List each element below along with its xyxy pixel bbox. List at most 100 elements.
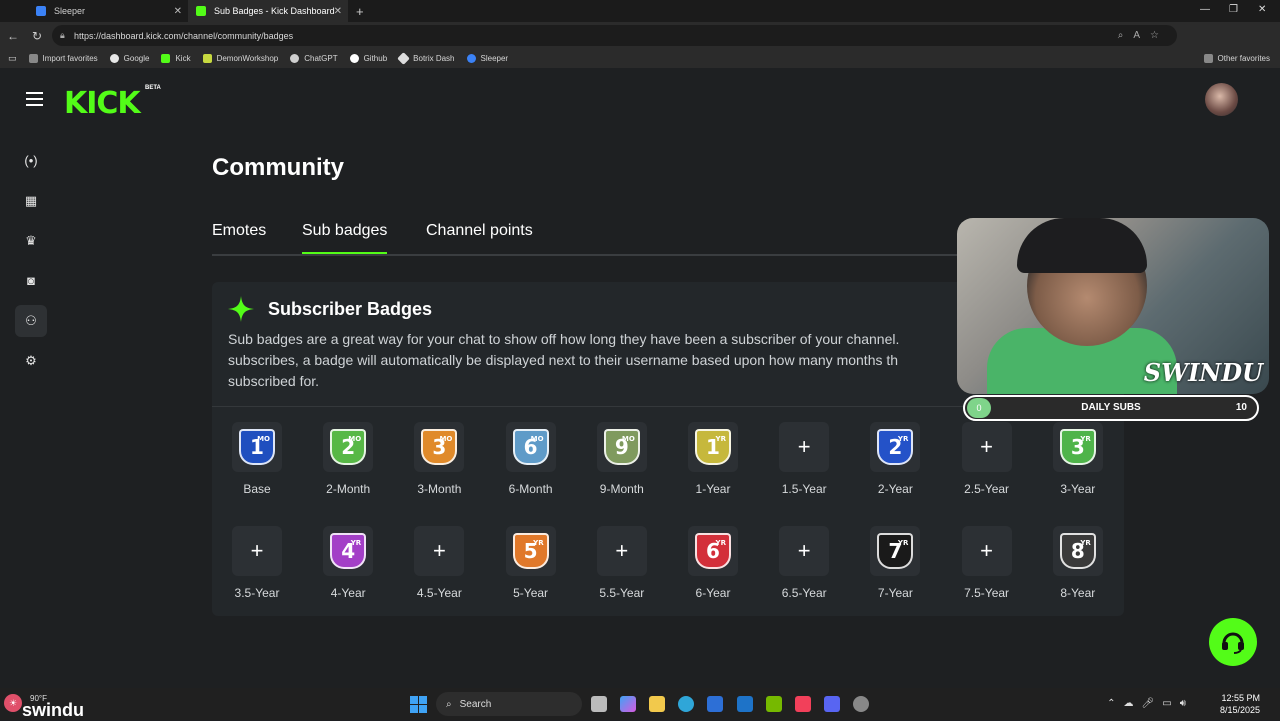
tab-sub-badges[interactable]: Sub Badges - Kick Dashboard ✕	[188, 0, 348, 22]
badge-item[interactable]: 1 MO Base	[215, 422, 299, 496]
badge-image[interactable]: 4 YR	[323, 526, 374, 576]
badge-image[interactable]: 1 YR	[688, 422, 738, 472]
url-field[interactable]: 🔒︎ https://dashboard.kick.com/channel/co…	[52, 25, 1177, 46]
badge-label: 3.5-Year	[234, 586, 280, 600]
badge-item[interactable]: +1.5-Year	[762, 422, 846, 496]
badge-item[interactable]: 9 MO 9-Month	[580, 422, 664, 496]
file-explorer-icon[interactable]	[649, 696, 665, 712]
badge-item[interactable]: +2.5-Year	[945, 422, 1029, 496]
nvidia-icon[interactable]	[766, 696, 782, 712]
bookmark-item[interactable]: Sleeper	[466, 54, 508, 63]
avatar[interactable]	[1205, 83, 1238, 116]
taskbar-search[interactable]: ⌕ Search	[436, 692, 582, 716]
add-badge-button[interactable]: +	[414, 526, 465, 576]
badge-image[interactable]: 7 YR	[870, 526, 921, 576]
tab-emotes[interactable]: Emotes	[212, 222, 266, 240]
edge-icon[interactable]	[678, 696, 694, 712]
badge-item[interactable]: 7 YR 7-Year	[853, 526, 937, 600]
plus-icon: +	[797, 538, 811, 563]
badge-item[interactable]: +4.5-Year	[397, 526, 481, 600]
badge-item[interactable]: +3.5-Year	[215, 526, 299, 600]
live-icon[interactable]: (•)	[20, 150, 42, 172]
badge-image[interactable]: 3 YR	[1052, 422, 1103, 472]
music-icon[interactable]	[795, 696, 811, 712]
add-badge-button[interactable]: +	[779, 422, 830, 472]
restore-icon[interactable]: ❐	[1229, 4, 1238, 15]
badge-item[interactable]: 3 YR 3-Year	[1036, 422, 1120, 496]
moderation-icon[interactable]: ◙	[20, 270, 42, 292]
plus-icon: +	[250, 538, 264, 563]
discord-icon[interactable]	[824, 696, 840, 712]
analytics-icon[interactable]: ▦	[20, 190, 42, 212]
tab-sub-badges[interactable]: Sub badges	[302, 222, 388, 254]
new-tab-icon[interactable]: +	[356, 4, 364, 19]
badge-image[interactable]: 3 MO	[414, 422, 465, 472]
add-badge-button[interactable]: +	[232, 526, 282, 576]
badge-item[interactable]: 8 YR 8-Year	[1036, 526, 1120, 600]
bookmark-item[interactable]: ChatGPT	[290, 54, 338, 63]
windows-start-icon[interactable]	[410, 696, 427, 713]
bookmark-item[interactable]: Kick	[161, 54, 191, 63]
badge-item[interactable]: +7.5-Year	[945, 526, 1029, 600]
webcam-cap	[1017, 218, 1147, 273]
close-window-icon[interactable]: ✕	[1258, 4, 1266, 15]
refresh-icon[interactable]: ↻	[26, 29, 48, 43]
badge-item[interactable]: 3 MO 3-Month	[397, 422, 481, 496]
badge-item[interactable]: +6.5-Year	[762, 526, 846, 600]
system-tray[interactable]: ⌃☁🎤︎▭🔊︎	[1107, 698, 1194, 709]
tab-label: Sleeper	[54, 6, 86, 16]
bookmark-item[interactable]: Github	[349, 54, 387, 63]
url-actions[interactable]: ⌕A☆	[1118, 30, 1169, 41]
chatgpt-icon	[290, 54, 300, 63]
close-tab-icon[interactable]: ✕	[334, 6, 342, 17]
badge-item[interactable]: 6 MO 6-Month	[489, 422, 573, 496]
add-badge-button[interactable]: +	[596, 526, 647, 576]
bookmark-item[interactable]: Google	[109, 54, 149, 63]
badge-image[interactable]: 5 YR	[505, 526, 556, 576]
badge-image[interactable]: 6 MO	[505, 422, 556, 472]
badge-item[interactable]: 2 MO 2-Month	[306, 422, 390, 496]
badge-item[interactable]: 4 YR 4-Year	[306, 526, 390, 600]
trophy-icon[interactable]: ♛	[20, 230, 42, 252]
badge-item[interactable]: +5.5-Year	[580, 526, 664, 600]
badge-label: 1-Year	[695, 482, 731, 496]
add-badge-button[interactable]: +	[961, 526, 1012, 576]
plus-icon: +	[797, 434, 811, 459]
back-icon[interactable]: ←	[2, 29, 24, 43]
other-favorites[interactable]: Other favorites	[1203, 54, 1270, 63]
menu-icon[interactable]	[26, 92, 43, 106]
badge-image[interactable]: 9 MO	[596, 422, 647, 472]
bookmark-item[interactable]: Botrix Dash	[397, 52, 455, 65]
gear-icon[interactable]: ⚙	[20, 350, 42, 372]
community-icon[interactable]: ⚇	[15, 305, 47, 337]
tab-sleeper[interactable]: Sleeper ✕	[28, 0, 188, 22]
badge-unit: YR	[350, 539, 362, 547]
add-badge-button[interactable]: +	[779, 526, 830, 576]
badge-item[interactable]: 6 YR 6-Year	[671, 526, 755, 600]
badge-item[interactable]: 5 YR 5-Year	[489, 526, 573, 600]
badge-image[interactable]: 2 YR	[870, 422, 921, 472]
clock[interactable]: 12:55 PM 8/15/2025	[1220, 692, 1260, 716]
badge-image[interactable]: 2 MO	[323, 422, 374, 472]
bookmark-item[interactable]: DemonWorkshop	[202, 54, 278, 63]
copilot-icon[interactable]	[620, 696, 636, 712]
badge-image[interactable]: 1 MO	[232, 422, 282, 472]
kick-logo[interactable]: KICK	[64, 86, 141, 121]
description-line: subscribes, a badge will automatically b…	[228, 352, 899, 368]
close-tab-icon[interactable]: ✕	[174, 6, 182, 17]
add-badge-button[interactable]: +	[961, 422, 1012, 472]
store-icon[interactable]	[707, 696, 723, 712]
badge-item[interactable]: 1 YR 1-Year	[671, 422, 755, 496]
tab-channel-points[interactable]: Channel points	[426, 222, 533, 240]
minimize-icon[interactable]: —	[1200, 4, 1210, 15]
support-button[interactable]	[1209, 618, 1257, 666]
plus-icon: +	[615, 538, 629, 563]
badge-image[interactable]: 6 YR	[688, 526, 738, 576]
badge-image[interactable]: 8 YR	[1052, 526, 1103, 576]
bookmark-item[interactable]: Import favorites	[28, 54, 98, 63]
app-icon[interactable]	[853, 696, 869, 712]
task-view-icon[interactable]	[591, 696, 607, 712]
badge-item[interactable]: 2 YR 2-Year	[853, 422, 937, 496]
tab-label: Sub Badges - Kick Dashboard	[214, 6, 335, 16]
outlook-icon[interactable]	[737, 696, 753, 712]
